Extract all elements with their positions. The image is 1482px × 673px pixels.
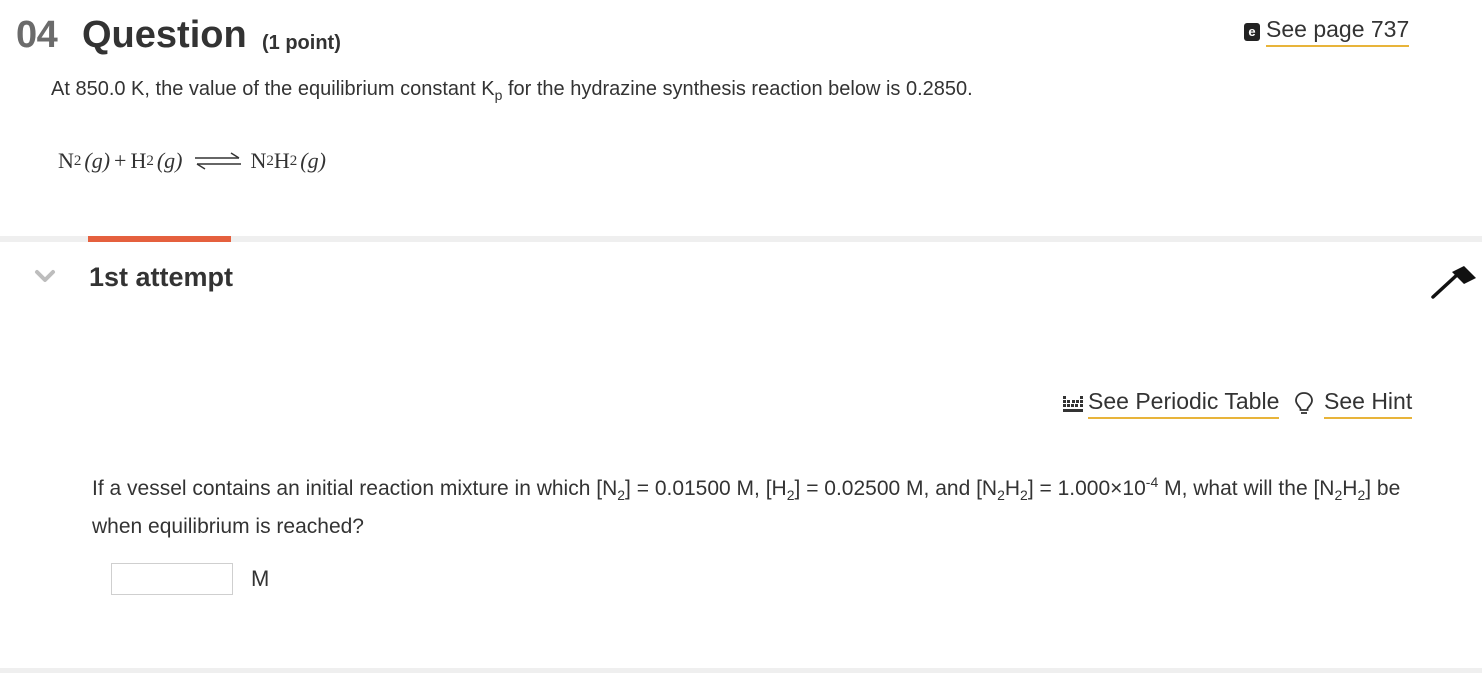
- question-intro: At 850.0 K, the value of the equilibrium…: [51, 78, 973, 103]
- see-hint-button[interactable]: See Hint: [1294, 388, 1413, 419]
- bottom-divider: [0, 668, 1482, 673]
- lightbulb-icon: [1295, 391, 1313, 414]
- flag-icon[interactable]: [1430, 264, 1478, 300]
- see-page-label[interactable]: See page 737: [1266, 16, 1410, 47]
- attempt-tab-active[interactable]: [88, 236, 231, 242]
- see-hint-label[interactable]: See Hint: [1324, 388, 1413, 419]
- attempt-title: 1st attempt: [89, 262, 234, 292]
- chevron-down-icon[interactable]: [34, 268, 56, 284]
- periodic-table-icon: [1063, 395, 1083, 412]
- question-number: 04: [16, 14, 58, 56]
- see-page-link[interactable]: e See page 737: [1244, 16, 1410, 47]
- chemical-equation: N 2 (g) + H 2 (g) N 2 H 2 (g): [58, 148, 326, 173]
- see-periodic-table-label[interactable]: See Periodic Table: [1088, 388, 1280, 419]
- ebook-icon: e: [1244, 22, 1260, 41]
- see-periodic-table-button[interactable]: See Periodic Table: [1062, 388, 1280, 419]
- answer-unit: M: [251, 566, 270, 591]
- equilibrium-arrow-icon: [194, 152, 241, 170]
- question-text: If a vessel contains an initial reaction…: [92, 474, 1401, 539]
- answer-input[interactable]: [111, 563, 233, 595]
- question-title: Question: [82, 14, 247, 56]
- question-points: (1 point): [262, 32, 341, 54]
